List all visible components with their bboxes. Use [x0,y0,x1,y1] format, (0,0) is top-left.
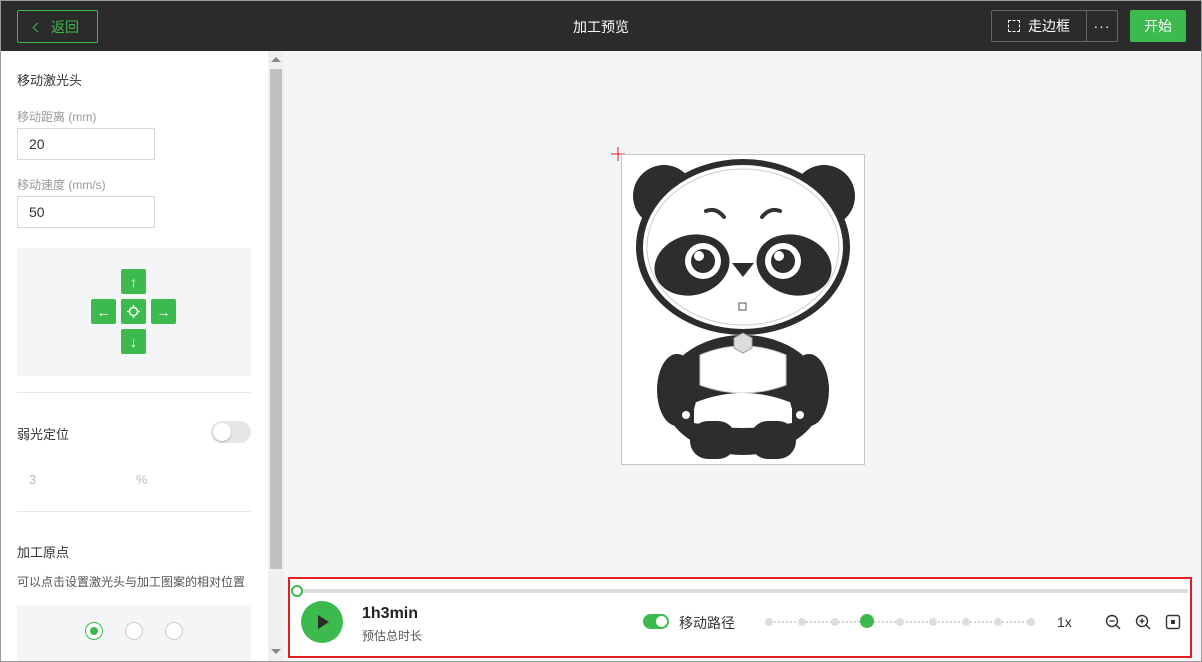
play-button[interactable] [301,601,343,643]
move-up-button[interactable]: ↑ [121,269,146,294]
speed-label: 移动速度 (mm/s) [17,178,106,192]
zoom-in-icon[interactable] [1135,614,1151,630]
distance-input[interactable]: 20 [17,128,155,160]
toggle-knob [656,616,667,627]
back-button-label: 返回 [51,18,79,35]
more-button[interactable]: ··· [1086,10,1118,42]
home-button[interactable] [121,299,146,324]
weak-light-value[interactable]: 3 [29,472,36,487]
divider [17,392,251,393]
play-icon [318,615,329,629]
speed-step[interactable] [961,618,970,626]
start-button[interactable]: 开始 [1130,10,1186,42]
scroll-up-icon[interactable] [271,57,281,62]
fit-icon[interactable] [1165,614,1181,630]
back-button[interactable]: 返回 [17,10,98,43]
chevron-left-icon [32,22,43,32]
preview-player: 1h3min 预估总时长 移动路径 1x [288,577,1192,658]
progress-handle[interactable] [291,585,303,597]
weak-light-title: 弱光定位 [17,427,70,442]
crosshair-icon [127,305,140,318]
weak-light-toggle[interactable] [211,421,251,443]
speed-step[interactable] [896,618,904,626]
origin-description: 可以点击设置激光头与加工图案的相对位置 [17,575,246,589]
sidebar: 移动激光头 移动距离 (mm) 20 移动速度 (mm/s) 50 ↑ ← → … [1,51,268,661]
move-left-button[interactable]: ← [91,299,116,324]
zoom-out-icon[interactable] [1105,614,1121,630]
speed-step[interactable] [797,618,806,626]
origin-selector [17,605,251,661]
toggle-knob [213,423,231,441]
progress-track[interactable] [294,589,1188,593]
frame-button[interactable]: 走边框 [991,10,1087,42]
origin-option-left[interactable] [85,622,103,640]
distance-label: 移动距离 (mm) [17,110,97,124]
scroll-down-icon[interactable] [271,649,281,654]
preview-canvas[interactable] [284,51,1201,577]
speed-step[interactable] [765,618,773,626]
move-path-toggle[interactable] [643,614,669,629]
move-path-label: 移动路径 [679,615,735,631]
speed-value: 1x [1057,614,1072,630]
panda-artwork [633,159,855,459]
sidebar-scrollbar[interactable] [268,51,284,661]
scroll-thumb[interactable] [270,69,282,569]
move-right-button[interactable]: → [151,299,176,324]
speed-step[interactable] [1027,618,1035,626]
move-down-button[interactable]: ↓ [121,329,146,354]
origin-option-right[interactable] [165,622,183,640]
speed-step[interactable] [830,618,839,626]
origin-option-center[interactable] [125,622,143,640]
header-bar: 返回 加工预览 走边框 ··· 开始 [1,1,1201,51]
duration-value: 1h3min [362,605,419,622]
divider [17,511,251,512]
artwork-bounds[interactable] [621,154,865,465]
weak-light-unit: % [136,472,148,487]
duration-label: 预估总时长 [362,629,423,643]
more-icon: ··· [1093,18,1111,34]
speed-step[interactable] [994,618,1003,626]
frame-button-label: 走边框 [1028,18,1070,34]
direction-pad: ↑ ← → ↓ [17,248,251,376]
speed-step[interactable] [860,614,875,628]
origin-title: 加工原点 [17,545,70,560]
move-laser-title: 移动激光头 [17,73,83,88]
speed-step[interactable] [928,618,937,626]
speed-input[interactable]: 50 [17,196,155,228]
dashed-frame-icon [1008,20,1020,32]
